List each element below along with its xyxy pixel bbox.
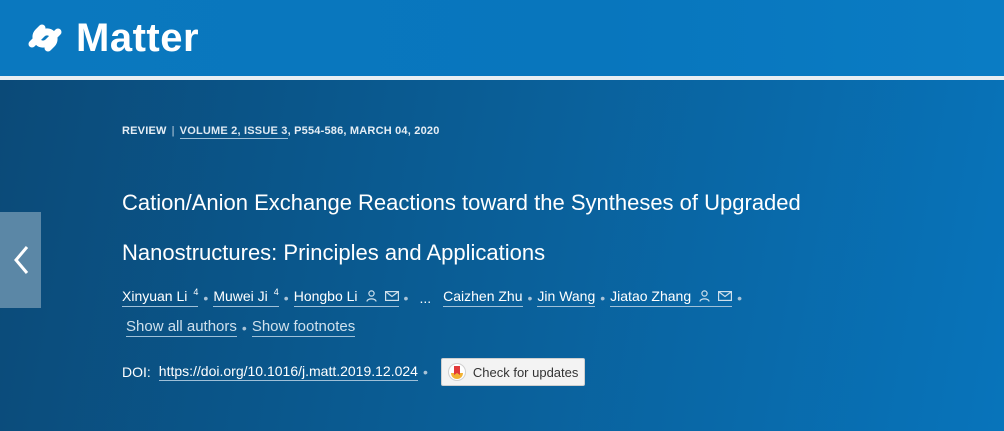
author-footnote: 4	[193, 287, 199, 297]
check-for-updates-button[interactable]: Check for updates	[440, 358, 585, 386]
crossmark-icon	[447, 363, 466, 381]
author-link[interactable]: Hongbo Li	[293, 288, 399, 307]
title-line-2: Nanostructures: Principles and Applicati…	[122, 240, 546, 265]
article-type: REVIEW	[122, 125, 167, 137]
brand-name: Matter	[76, 15, 200, 60]
doi-row: DOI: https://doi.org/10.1016/j.matt.2019…	[122, 358, 585, 386]
person-icon	[699, 290, 710, 302]
chevron-left-icon	[13, 246, 28, 274]
author-name: Jin Wang	[537, 288, 596, 304]
meta-separator: |	[171, 125, 175, 137]
volume-issue-link[interactable]: VOLUME 2, ISSUE 3	[179, 125, 288, 139]
check-for-updates-label: Check for updates	[472, 364, 579, 380]
mail-icon	[384, 291, 399, 301]
author-link[interactable]: Jiatao Zhang	[610, 288, 733, 307]
doi-label: DOI:	[122, 364, 151, 380]
previous-article-button[interactable]	[0, 212, 41, 308]
matter-logo-icon	[28, 24, 62, 52]
author-footnote: 4	[273, 287, 279, 297]
link-separator: •	[241, 319, 247, 336]
doi-link[interactable]: https://doi.org/10.1016/j.matt.2019.12.0…	[158, 363, 418, 381]
author-link[interactable]: Caizhen Zhu	[443, 288, 523, 307]
article-meta: REVIEW | VOLUME 2, ISSUE 3, P554-586, MARC…	[122, 125, 440, 139]
more-authors-ellipsis: ...	[419, 289, 432, 306]
author-separator: •	[403, 289, 409, 306]
brand-link[interactable]: Matter	[26, 16, 199, 61]
author-name: Muwei Ji	[213, 288, 268, 304]
author-list: Xinyuan Li 4 • Muwei Ji 4 • Hongbo Li • …	[122, 287, 747, 307]
author-separator: •	[737, 289, 743, 306]
mail-icon	[718, 291, 733, 301]
doi-separator: •	[422, 364, 428, 380]
show-all-authors-link[interactable]: Show all authors	[126, 318, 237, 337]
title-line-1: Cation/Anion Exchange Reactions toward t…	[122, 190, 801, 215]
author-links: Show all authors • Show footnotes	[126, 318, 356, 337]
author-separator: •	[527, 289, 533, 306]
article-title: Cation/Anion Exchange Reactions toward t…	[122, 178, 942, 278]
author-separator: •	[283, 289, 289, 306]
author-separator: •	[203, 289, 209, 306]
author-name: Jiatao Zhang	[610, 288, 692, 304]
author-name: Caizhen Zhu	[443, 288, 523, 304]
author-link[interactable]: Jin Wang	[537, 288, 596, 307]
author-separator: •	[600, 289, 606, 306]
site-header: Matter	[0, 0, 1004, 76]
author-link[interactable]: Xinyuan Li 4	[122, 287, 199, 307]
pages-date: , P554-586, MARCH 04, 2020	[287, 125, 440, 137]
author-name: Xinyuan Li	[122, 288, 188, 304]
author-name: Hongbo Li	[293, 288, 358, 304]
person-icon	[365, 290, 377, 302]
author-link[interactable]: Muwei Ji 4	[213, 287, 279, 307]
show-footnotes-link[interactable]: Show footnotes	[251, 318, 356, 337]
